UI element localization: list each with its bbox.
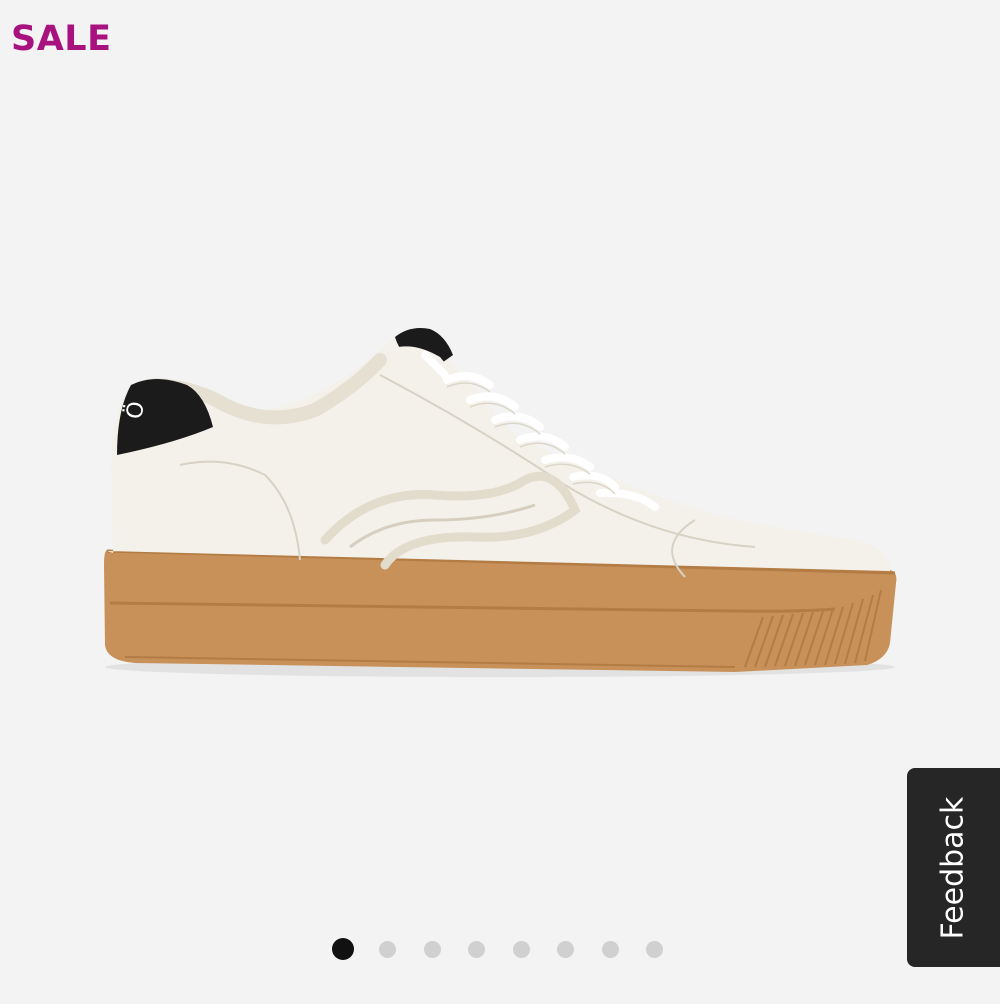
product-gallery: SALE Ö Feedback [0,0,1000,1004]
carousel-dot[interactable] [601,940,619,958]
carousel-dot[interactable] [379,940,396,958]
carousel-dot-active[interactable] [332,938,354,960]
carousel-dot[interactable] [646,940,663,958]
carousel-dot[interactable] [423,940,441,958]
feedback-label: Feedback [935,796,971,939]
carousel-pagination [332,938,691,960]
feedback-button[interactable]: Feedback [907,768,1000,967]
carousel-dot[interactable] [512,940,530,958]
product-image[interactable]: Ö [95,315,905,695]
carousel-dot[interactable] [557,940,574,958]
sale-badge: SALE [11,19,112,59]
carousel-dot[interactable] [468,940,485,958]
